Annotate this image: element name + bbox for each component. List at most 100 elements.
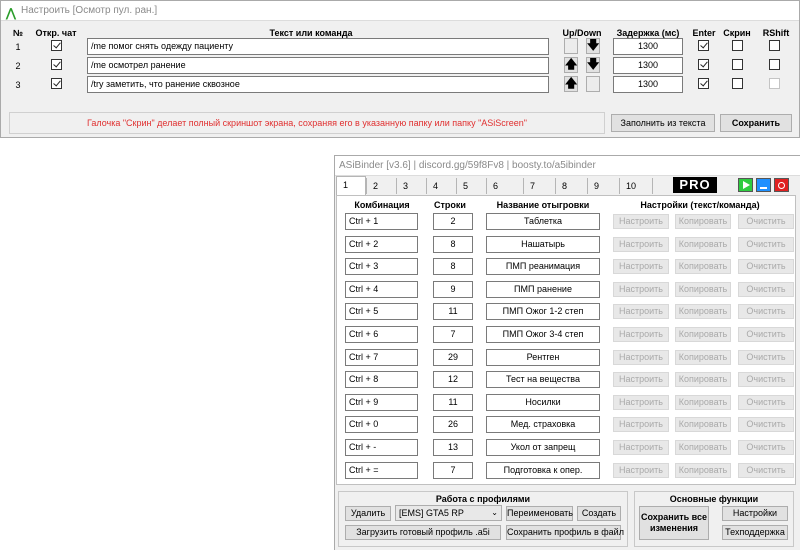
- clear-button[interactable]: Очистить: [738, 214, 794, 229]
- copy-button[interactable]: Копировать: [675, 440, 731, 455]
- tab-5[interactable]: 5: [456, 178, 486, 194]
- bind-name-field[interactable]: Рентген: [486, 348, 600, 366]
- configure-button[interactable]: Настроить: [613, 236, 669, 252]
- lines-count-field[interactable]: 7: [433, 461, 473, 479]
- combo-field[interactable]: Ctrl + 1: [345, 213, 418, 230]
- combo-field[interactable]: Ctrl + 5: [345, 303, 418, 321]
- combo-field[interactable]: Ctrl + 3: [345, 258, 418, 276]
- load-profile-button[interactable]: Загрузить готовый профиль .a5i: [345, 525, 501, 540]
- support-button[interactable]: Техподдержка: [722, 525, 788, 540]
- configure-button[interactable]: Настроить: [613, 281, 669, 297]
- play-icon[interactable]: [738, 178, 753, 192]
- command-text-field[interactable]: /try заметить, что ранение сквозное: [87, 76, 549, 93]
- lines-count-field[interactable]: 11: [433, 393, 473, 411]
- lines-count-field[interactable]: 7: [433, 326, 473, 343]
- tab-1[interactable]: 1: [336, 176, 366, 196]
- move-down-button[interactable]: [586, 76, 600, 92]
- copy-button[interactable]: Копировать: [675, 349, 731, 365]
- copy-button[interactable]: Копировать: [675, 394, 731, 410]
- lines-count-field[interactable]: 26: [433, 416, 473, 434]
- configure-button[interactable]: Настроить: [613, 327, 669, 342]
- clear-button[interactable]: Очистить: [738, 349, 794, 365]
- close-power-icon[interactable]: [774, 178, 789, 192]
- copy-button[interactable]: Копировать: [675, 214, 731, 229]
- clear-button[interactable]: Очистить: [738, 304, 794, 320]
- move-up-button[interactable]: 🡅: [564, 76, 578, 92]
- move-down-button[interactable]: 🡇: [586, 38, 600, 54]
- tab-2[interactable]: 2: [366, 178, 396, 194]
- bind-name-field[interactable]: Укол от запрещ: [486, 439, 600, 456]
- copy-button[interactable]: Копировать: [675, 417, 731, 433]
- clear-button[interactable]: Очистить: [738, 281, 794, 297]
- configure-button[interactable]: Настроить: [613, 417, 669, 433]
- screen-checkbox[interactable]: [732, 59, 743, 70]
- rename-profile-button[interactable]: Переименовать: [506, 506, 573, 521]
- copy-button[interactable]: Копировать: [675, 372, 731, 388]
- lines-count-field[interactable]: 12: [433, 371, 473, 389]
- configure-button[interactable]: Настроить: [613, 440, 669, 455]
- delete-profile-button[interactable]: Удалить: [345, 506, 391, 521]
- rshift-checkbox[interactable]: [769, 59, 780, 70]
- lines-count-field[interactable]: 9: [433, 280, 473, 298]
- tab-9[interactable]: 9: [587, 178, 617, 194]
- copy-button[interactable]: Копировать: [675, 304, 731, 320]
- configure-button[interactable]: Настроить: [613, 214, 669, 229]
- minimize-icon[interactable]: [756, 178, 771, 192]
- combo-field[interactable]: Ctrl + 0: [345, 416, 418, 434]
- tab-10[interactable]: 10: [619, 178, 653, 194]
- bind-name-field[interactable]: ПМП Ожог 3-4 степ: [486, 326, 600, 343]
- bind-name-field[interactable]: ПМП реанимация: [486, 258, 600, 276]
- bind-name-field[interactable]: Тест на вещества: [486, 371, 600, 389]
- lines-count-field[interactable]: 29: [433, 348, 473, 366]
- move-up-button[interactable]: 🡅: [564, 57, 578, 73]
- combo-field[interactable]: Ctrl + 2: [345, 235, 418, 253]
- configure-button[interactable]: Настроить: [613, 304, 669, 320]
- combo-field[interactable]: Ctrl + =: [345, 461, 418, 479]
- combo-field[interactable]: Ctrl + 7: [345, 348, 418, 366]
- lines-count-field[interactable]: 8: [433, 235, 473, 253]
- bind-name-field[interactable]: Мед. страховка: [486, 416, 600, 434]
- lines-count-field[interactable]: 11: [433, 303, 473, 321]
- bind-name-field[interactable]: Носилки: [486, 393, 600, 411]
- clear-button[interactable]: Очистить: [738, 236, 794, 252]
- clear-button[interactable]: Очистить: [738, 327, 794, 342]
- configure-button[interactable]: Настроить: [613, 259, 669, 275]
- tab-6[interactable]: 6: [486, 178, 516, 194]
- copy-button[interactable]: Копировать: [675, 281, 731, 297]
- save-all-button[interactable]: Сохранить все изменения: [639, 506, 709, 540]
- command-text-field[interactable]: /me помог снять одежду пациенту: [87, 38, 549, 55]
- bind-name-field[interactable]: ПМП Ожог 1-2 степ: [486, 303, 600, 321]
- configure-button[interactable]: Настроить: [613, 372, 669, 388]
- tab-3[interactable]: 3: [396, 178, 426, 194]
- clear-button[interactable]: Очистить: [738, 440, 794, 455]
- tab-4[interactable]: 4: [426, 178, 456, 194]
- enter-checkbox[interactable]: [698, 40, 709, 51]
- save-profile-file-button[interactable]: Сохранить профиль в файл: [506, 525, 624, 540]
- fill-from-text-button[interactable]: Заполнить из текста: [611, 114, 715, 132]
- combo-field[interactable]: Ctrl + 4: [345, 280, 418, 298]
- bind-name-field[interactable]: Таблетка: [486, 213, 600, 230]
- clear-button[interactable]: Очистить: [738, 372, 794, 388]
- open-chat-checkbox[interactable]: [51, 59, 62, 70]
- copy-button[interactable]: Копировать: [675, 462, 731, 478]
- move-up-button[interactable]: [564, 38, 578, 54]
- profile-select[interactable]: [EMS] GTA5 RP ⌄: [395, 505, 502, 521]
- bind-name-field[interactable]: Нашатырь: [486, 235, 600, 253]
- open-chat-checkbox[interactable]: [51, 40, 62, 51]
- lines-count-field[interactable]: 13: [433, 439, 473, 456]
- clear-button[interactable]: Очистить: [738, 417, 794, 433]
- combo-field[interactable]: Ctrl + 6: [345, 326, 418, 343]
- combo-field[interactable]: Ctrl + 8: [345, 371, 418, 389]
- enter-checkbox[interactable]: [698, 78, 709, 89]
- command-text-field[interactable]: /me осмотрел ранение: [87, 57, 549, 74]
- rshift-checkbox[interactable]: [769, 40, 780, 51]
- save-button[interactable]: Сохранить: [720, 114, 792, 132]
- clear-button[interactable]: Очистить: [738, 462, 794, 478]
- delay-field[interactable]: 1300: [613, 38, 683, 55]
- clear-button[interactable]: Очистить: [738, 259, 794, 275]
- lines-count-field[interactable]: 8: [433, 258, 473, 276]
- combo-field[interactable]: Ctrl + 9: [345, 393, 418, 411]
- configure-button[interactable]: Настроить: [613, 462, 669, 478]
- pro-badge[interactable]: PRO: [673, 177, 717, 193]
- move-down-button[interactable]: 🡇: [586, 57, 600, 73]
